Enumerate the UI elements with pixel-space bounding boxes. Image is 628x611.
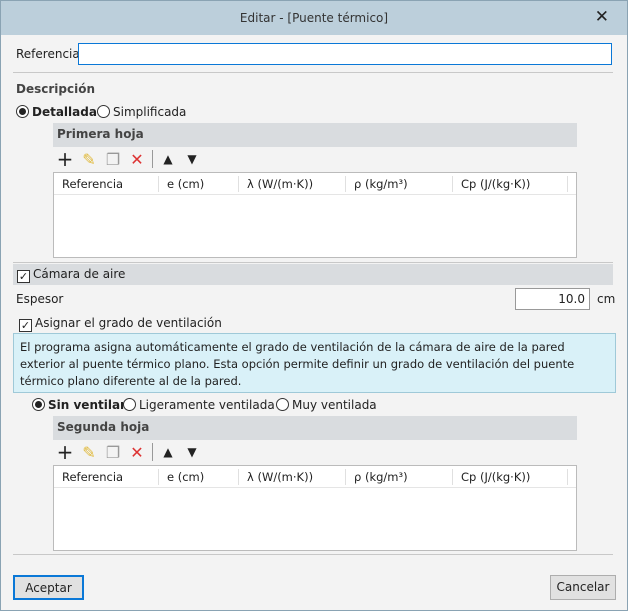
camara-aire-checkbox[interactable]: ✓ Cámara de aire bbox=[13, 264, 613, 285]
add-icon[interactable]: + bbox=[56, 440, 74, 464]
column-header[interactable]: e (cm) bbox=[159, 175, 239, 192]
espesor-unit: cm bbox=[597, 292, 616, 306]
move-down-icon[interactable]: ▼ bbox=[183, 152, 201, 166]
copy-icon[interactable]: ❐ bbox=[104, 150, 122, 169]
info-box: El programa asigna automáticamente el gr… bbox=[13, 333, 616, 393]
referencia-input[interactable] bbox=[78, 43, 612, 65]
column-header[interactable]: Cp (J/(kg·K)) bbox=[453, 175, 568, 192]
column-header[interactable]: Referencia bbox=[54, 468, 159, 485]
delete-icon[interactable]: ✕ bbox=[128, 443, 146, 462]
add-icon[interactable]: + bbox=[56, 147, 74, 171]
radio-sin-ventilar[interactable]: Sin ventilar bbox=[32, 398, 126, 412]
column-header[interactable]: ρ (kg/m³) bbox=[346, 468, 453, 485]
radio-simplificada[interactable]: Simplificada bbox=[97, 105, 186, 119]
edit-pencil-icon[interactable]: ✎ bbox=[80, 443, 98, 462]
radio-ligeramente-ventilada[interactable]: Ligeramente ventilada bbox=[123, 398, 275, 412]
descripcion-label: Descripción bbox=[16, 82, 95, 96]
copy-icon[interactable]: ❐ bbox=[104, 443, 122, 462]
column-header[interactable]: ρ (kg/m³) bbox=[346, 175, 453, 192]
dialog-window: Editar - [Puente térmico] ✕ Referencia D… bbox=[0, 0, 628, 611]
column-header[interactable]: e (cm) bbox=[159, 468, 239, 485]
column-header[interactable]: λ (W/(m·K)) bbox=[239, 468, 346, 485]
accept-button[interactable]: Aceptar bbox=[13, 575, 84, 600]
column-header[interactable]: λ (W/(m·K)) bbox=[239, 175, 346, 192]
segunda-hoja-table[interactable]: Referencia e (cm) λ (W/(m·K)) ρ (kg/m³) … bbox=[53, 465, 577, 551]
radio-muy-ventilada[interactable]: Muy ventilada bbox=[276, 398, 377, 412]
move-up-icon[interactable]: ▲ bbox=[159, 152, 177, 166]
primera-hoja-toolbar: + ✎ ❐ ✕ ▲ ▼ bbox=[56, 147, 201, 171]
segunda-hoja-header: Segunda hoja bbox=[53, 416, 577, 440]
title-bar: Editar - [Puente térmico] ✕ bbox=[1, 1, 627, 35]
edit-pencil-icon[interactable]: ✎ bbox=[80, 150, 98, 169]
radio-detallada[interactable]: Detallada bbox=[16, 105, 97, 119]
delete-icon[interactable]: ✕ bbox=[128, 150, 146, 169]
window-title: Editar - [Puente térmico] bbox=[239, 11, 389, 25]
cancel-button[interactable]: Cancelar bbox=[550, 575, 616, 600]
segunda-hoja-toolbar: + ✎ ❐ ✕ ▲ ▼ bbox=[56, 440, 201, 464]
close-icon[interactable]: ✕ bbox=[595, 7, 609, 27]
primera-hoja-table[interactable]: Referencia e (cm) λ (W/(m·K)) ρ (kg/m³) … bbox=[53, 172, 577, 258]
referencia-label: Referencia bbox=[16, 47, 80, 61]
move-down-icon[interactable]: ▼ bbox=[183, 445, 201, 459]
espesor-input[interactable]: 10.0 bbox=[515, 288, 590, 310]
primera-hoja-header: Primera hoja bbox=[53, 123, 577, 147]
espesor-label: Espesor bbox=[16, 292, 64, 306]
move-up-icon[interactable]: ▲ bbox=[159, 445, 177, 459]
column-header[interactable]: Referencia bbox=[54, 175, 159, 192]
column-header[interactable]: Cp (J/(kg·K)) bbox=[453, 468, 568, 485]
asignar-ventilacion-checkbox[interactable]: ✓ Asignar el grado de ventilación bbox=[19, 316, 222, 332]
